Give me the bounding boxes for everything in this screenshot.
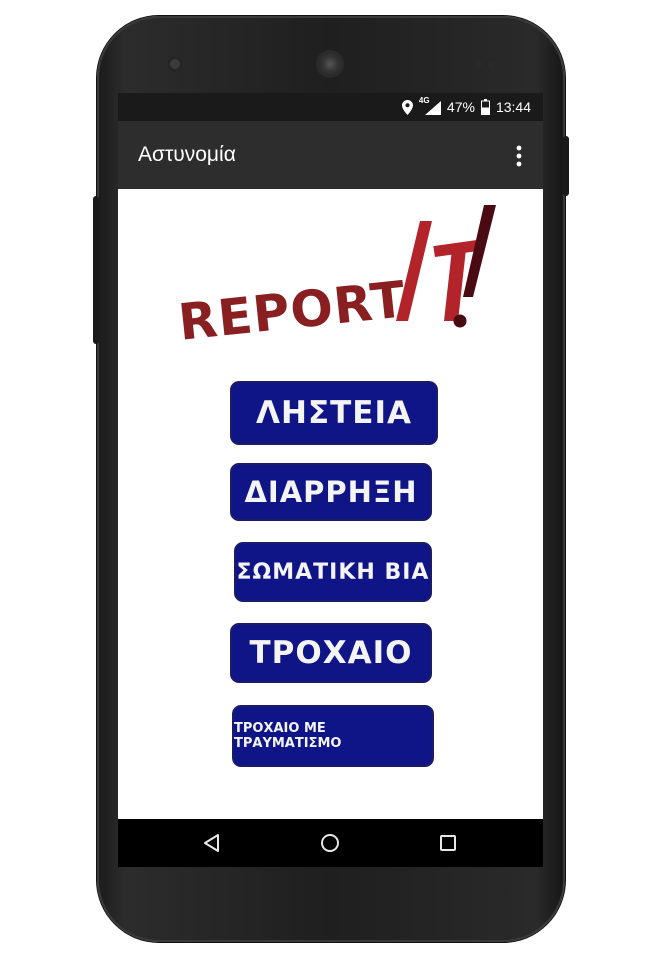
svg-text:REPORT: REPORT (176, 270, 409, 349)
app-title: Αστυνομία (138, 143, 236, 166)
screen: 4G 47% 13:44 Αστυνομία REPORT ΛΗΣΤΕΙΑ ΔΙ… (118, 93, 543, 867)
clock: 13:44 (495, 99, 531, 115)
status-bar: 4G 47% 13:44 (118, 93, 543, 121)
recents-icon[interactable] (436, 831, 460, 855)
main-content: REPORT ΛΗΣΤΕΙΑ ΔΙΑΡΡΗΞΗ ΣΩΜΑΤΙΚΗ ΒΙΑ ΤΡΟ… (118, 189, 543, 819)
front-camera (170, 59, 180, 69)
proximity-sensor (476, 61, 482, 67)
app-bar: Αστυνομία (118, 121, 543, 189)
navigation-bar (118, 819, 543, 867)
signal-icon: 4G (419, 96, 441, 115)
robbery-button[interactable]: ΛΗΣΤΕΙΑ (230, 381, 438, 445)
assault-button[interactable]: ΣΩΜΑΤΙΚΗ ΒΙΑ (234, 542, 432, 602)
volume-button (93, 196, 99, 344)
power-button (563, 136, 569, 196)
back-icon[interactable] (200, 831, 224, 855)
overflow-menu-icon[interactable] (509, 143, 529, 169)
traffic-accident-button[interactable]: ΤΡΟΧΑΙΟ (230, 623, 432, 683)
battery-percent: 47% (446, 99, 475, 115)
location-icon (401, 99, 413, 115)
home-icon[interactable] (318, 831, 342, 855)
light-sensor (488, 61, 494, 67)
burglary-button[interactable]: ΔΙΑΡΡΗΞΗ (230, 463, 432, 521)
battery-icon (480, 99, 490, 115)
report-it-logo: REPORT (170, 199, 500, 352)
earpiece-speaker (318, 52, 342, 76)
traffic-injury-button[interactable]: ΤΡΟΧΑΙΟ ΜΕ ΤΡΑΥΜΑΤΙΣΜΟ (232, 705, 434, 767)
